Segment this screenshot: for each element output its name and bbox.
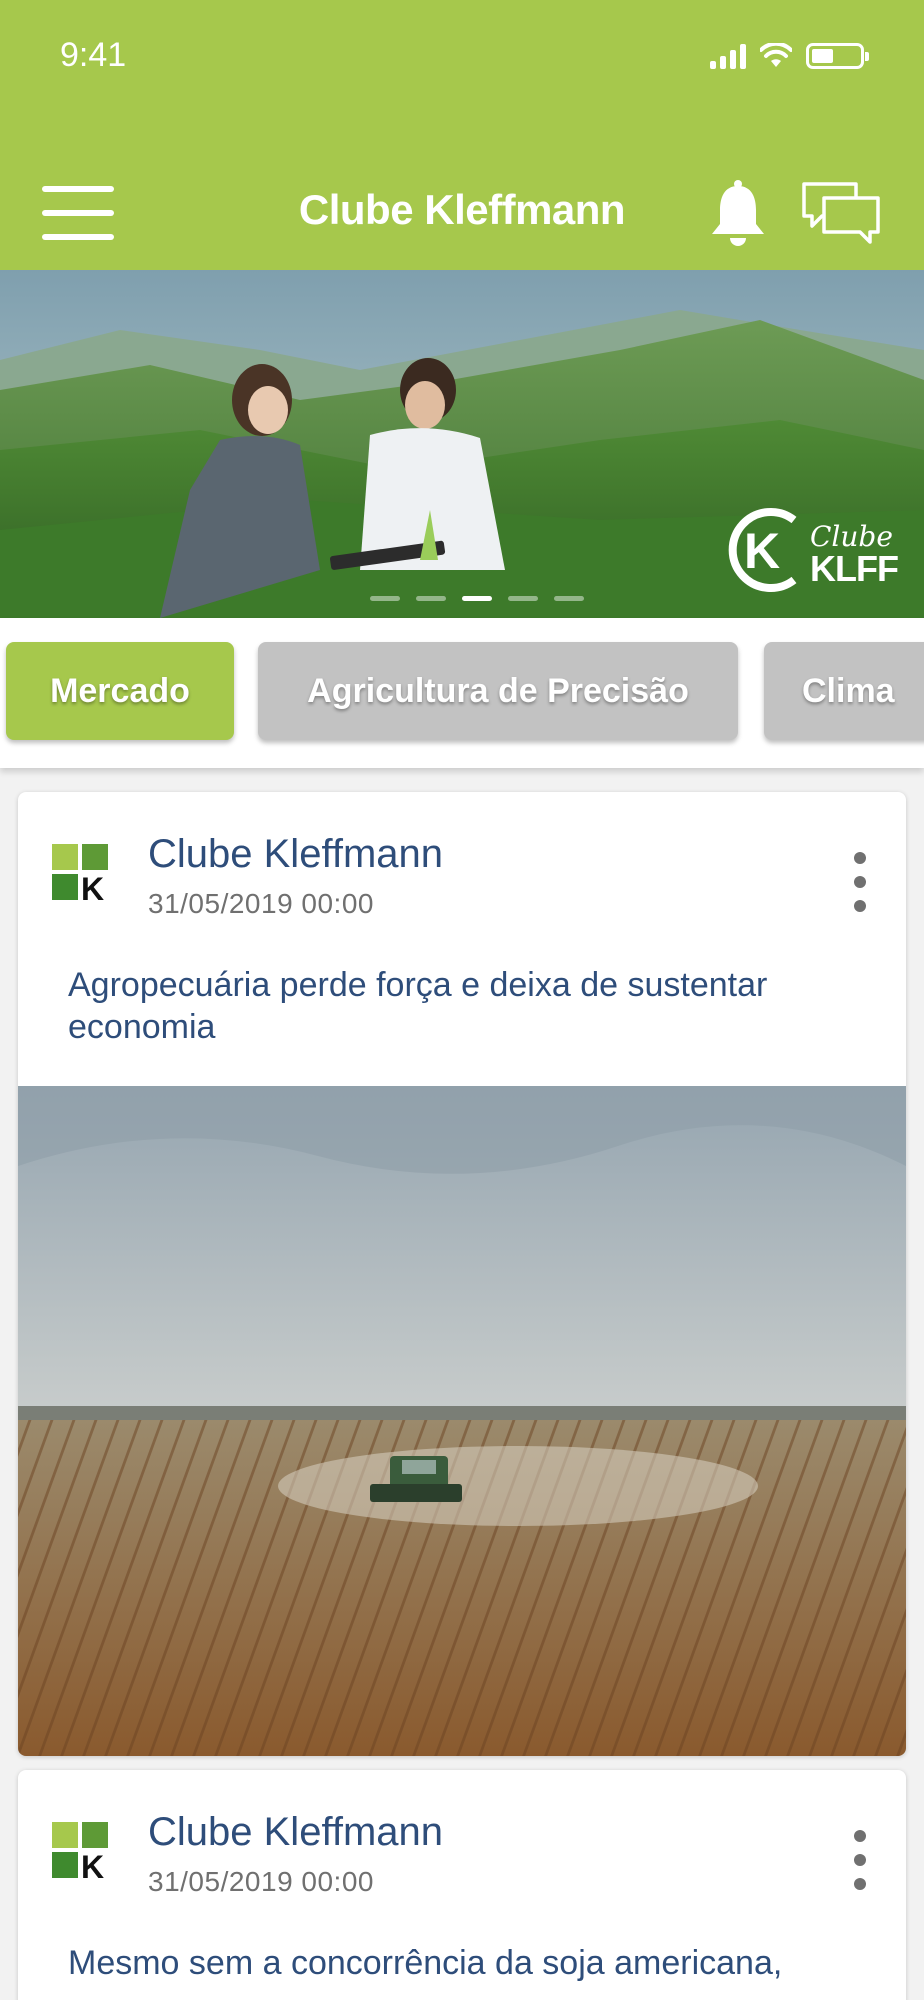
banner-logo-klff: KLFF bbox=[810, 548, 899, 589]
card-author[interactable]: Clube Kleffmann bbox=[148, 1810, 443, 1855]
card-author[interactable]: Clube Kleffmann bbox=[148, 832, 443, 877]
card-headline[interactable]: Agropecuária perde força e deixa de sust… bbox=[68, 964, 868, 1048]
messages-button[interactable] bbox=[800, 180, 882, 246]
tab-agricultura-de-precisao[interactable]: Agricultura de Precisão bbox=[258, 642, 738, 740]
status-time: 9:41 bbox=[60, 36, 127, 74]
wifi-icon bbox=[760, 43, 792, 67]
category-tabs: Mercado Agricultura de Precisão Clima bbox=[0, 618, 924, 768]
signal-icon bbox=[710, 43, 746, 69]
status-icons bbox=[710, 40, 869, 72]
notifications-button[interactable] bbox=[708, 178, 768, 248]
bell-icon bbox=[712, 180, 764, 246]
chat-bubbles-icon bbox=[802, 182, 880, 244]
page-title: Clube Kleffmann bbox=[298, 186, 626, 233]
battery-level bbox=[812, 49, 833, 63]
kleffmann-logo-icon: K bbox=[52, 844, 108, 906]
more-vertical-icon bbox=[854, 852, 866, 864]
harvest-field-image[interactable] bbox=[18, 1086, 906, 1756]
svg-text:K: K bbox=[81, 1849, 104, 1884]
carousel-dot[interactable] bbox=[416, 596, 446, 601]
carousel-dot[interactable] bbox=[370, 596, 400, 601]
svg-text:K: K bbox=[744, 523, 780, 579]
carousel-dot[interactable] bbox=[554, 596, 584, 601]
tab-mercado[interactable]: Mercado bbox=[6, 642, 234, 740]
card-date: 31/05/2019 00:00 bbox=[148, 888, 374, 919]
carousel-dot-active[interactable] bbox=[462, 596, 492, 601]
carousel-indicator[interactable] bbox=[370, 596, 584, 601]
carousel-dot[interactable] bbox=[508, 596, 538, 601]
news-card[interactable]: K Clube Kleffmann 31/05/2019 00:00 Agrop… bbox=[18, 792, 906, 1756]
news-card[interactable]: K Clube Kleffmann 31/05/2019 00:00 Mesmo… bbox=[18, 1770, 906, 2000]
tab-clima[interactable]: Clima bbox=[764, 642, 924, 740]
battery-icon bbox=[806, 43, 869, 69]
svg-text:K: K bbox=[81, 871, 104, 906]
kleffmann-logo-icon: K bbox=[52, 1822, 108, 1884]
more-options-button[interactable] bbox=[848, 1830, 872, 1890]
app-header: 9:41 Clube Kleffmann bbox=[0, 0, 924, 270]
card-headline[interactable]: Mesmo sem a concorrência da soja america… bbox=[68, 1942, 906, 1984]
more-options-button[interactable] bbox=[848, 852, 872, 912]
more-vertical-icon bbox=[854, 1830, 866, 1842]
card-date: 31/05/2019 00:00 bbox=[148, 1866, 374, 1897]
